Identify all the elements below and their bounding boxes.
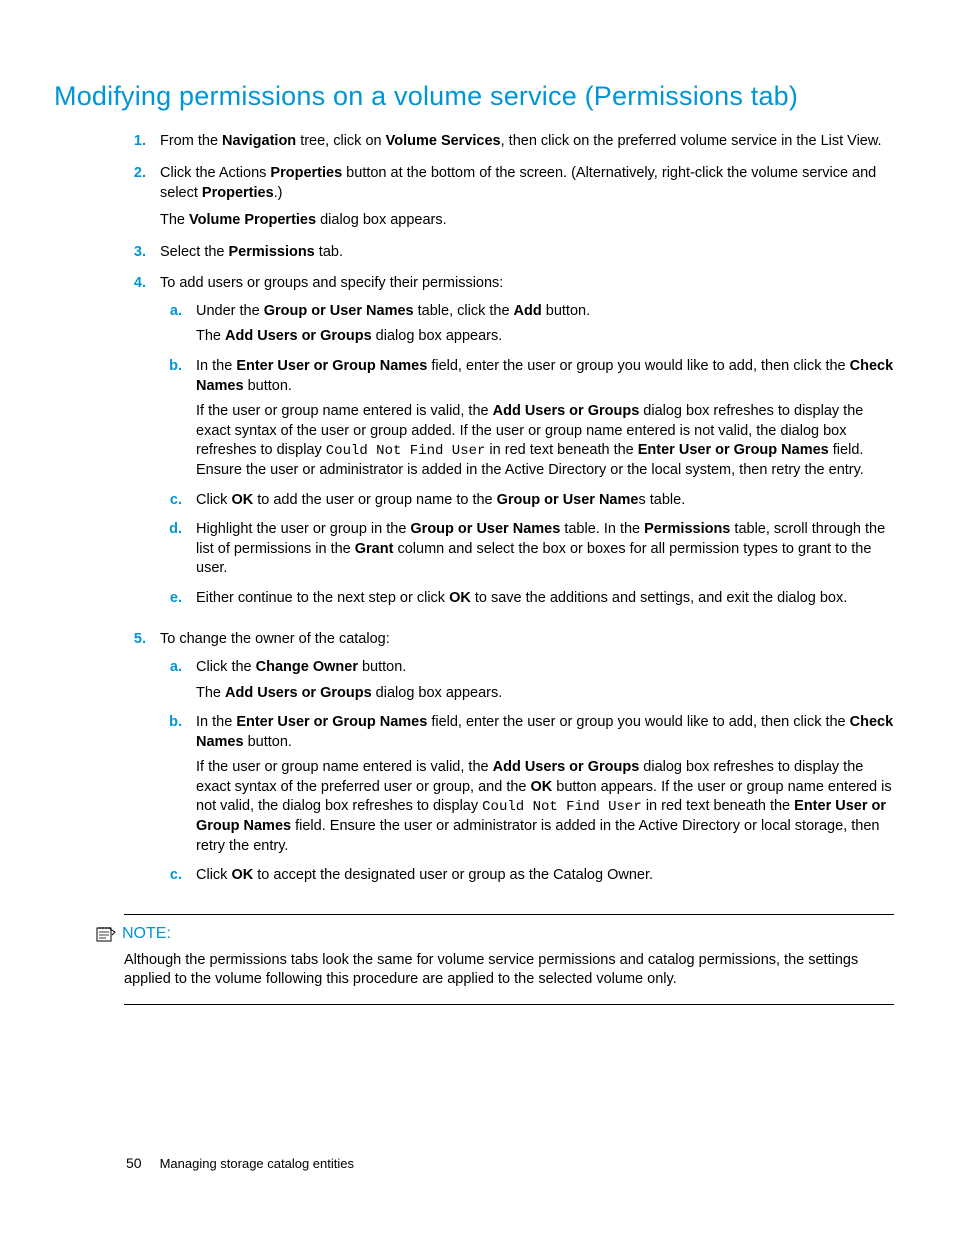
step-1-p1: From the Navigation tree, click on Volum… bbox=[160, 132, 894, 152]
page-title: Modifying permissions on a volume servic… bbox=[54, 78, 894, 114]
step-4a-p2: The Add Users or Groups dialog box appea… bbox=[196, 327, 894, 347]
substep-marker: b. bbox=[160, 357, 182, 481]
note-text: Although the permissions tabs look the s… bbox=[124, 951, 894, 990]
note-block: NOTE: Although the permissions tabs look… bbox=[124, 914, 894, 1005]
step-marker: 4. bbox=[124, 274, 146, 618]
step4-substeps: a. Under the Group or User Names table, … bbox=[160, 302, 894, 609]
step-5a: a. Click the Change Owner button. The Ad… bbox=[160, 658, 894, 703]
step-5c: c. Click OK to accept the designated use… bbox=[160, 866, 894, 886]
step-4e-p1: Either continue to the next step or clic… bbox=[196, 589, 894, 609]
step-marker: 1. bbox=[124, 132, 146, 152]
step-5a-p2: The Add Users or Groups dialog box appea… bbox=[196, 684, 894, 704]
step-marker: 3. bbox=[124, 243, 146, 263]
step-5b-p2: If the user or group name entered is val… bbox=[196, 758, 894, 856]
step-2-p1: Click the Actions Properties button at t… bbox=[160, 164, 894, 203]
substep-marker: d. bbox=[160, 520, 182, 579]
step-marker: 2. bbox=[124, 164, 146, 231]
step-4c-p1: Click OK to add the user or group name t… bbox=[196, 491, 894, 511]
step-5b-p1: In the Enter User or Group Names field, … bbox=[196, 713, 894, 752]
step-4: 4. To add users or groups and specify th… bbox=[124, 274, 894, 618]
step-5-intro: To change the owner of the catalog: bbox=[160, 630, 894, 650]
step-2: 2. Click the Actions Properties button a… bbox=[124, 164, 894, 231]
substep-marker: e. bbox=[160, 589, 182, 609]
step-5c-p1: Click OK to accept the designated user o… bbox=[196, 866, 894, 886]
note-label: NOTE: bbox=[122, 923, 171, 945]
substep-marker: c. bbox=[160, 491, 182, 511]
substep-marker: a. bbox=[160, 302, 182, 347]
content-body: 1. From the Navigation tree, click on Vo… bbox=[124, 132, 894, 896]
step-2-p2: The Volume Properties dialog box appears… bbox=[160, 211, 894, 231]
step-4b-p2: If the user or group name entered is val… bbox=[196, 402, 894, 481]
step-4b-p1: In the Enter User or Group Names field, … bbox=[196, 357, 894, 396]
step5-substeps: a. Click the Change Owner button. The Ad… bbox=[160, 658, 894, 886]
note-icon bbox=[96, 925, 116, 943]
step-4d: d. Highlight the user or group in the Gr… bbox=[160, 520, 894, 579]
substep-marker: b. bbox=[160, 713, 182, 856]
step-3: 3. Select the Permissions tab. bbox=[124, 243, 894, 263]
step-4e: e. Either continue to the next step or c… bbox=[160, 589, 894, 609]
footer-section-title: Managing storage catalog entities bbox=[160, 1155, 354, 1173]
step-5: 5. To change the owner of the catalog: a… bbox=[124, 630, 894, 896]
substep-marker: c. bbox=[160, 866, 182, 886]
step-4c: c. Click OK to add the user or group nam… bbox=[160, 491, 894, 511]
step-4d-p1: Highlight the user or group in the Group… bbox=[196, 520, 894, 579]
page-number: 50 bbox=[126, 1154, 142, 1173]
main-steps-list: 1. From the Navigation tree, click on Vo… bbox=[124, 132, 894, 896]
substep-marker: a. bbox=[160, 658, 182, 703]
step-marker: 5. bbox=[124, 630, 146, 896]
step-4b: b. In the Enter User or Group Names fiel… bbox=[160, 357, 894, 481]
step-4-intro: To add users or groups and specify their… bbox=[160, 274, 894, 294]
step-3-p1: Select the Permissions tab. bbox=[160, 243, 894, 263]
step-4a-p1: Under the Group or User Names table, cli… bbox=[196, 302, 894, 322]
step-1: 1. From the Navigation tree, click on Vo… bbox=[124, 132, 894, 152]
page-footer: 50 Managing storage catalog entities bbox=[126, 1154, 354, 1173]
step-5a-p1: Click the Change Owner button. bbox=[196, 658, 894, 678]
step-4a: a. Under the Group or User Names table, … bbox=[160, 302, 894, 347]
step-5b: b. In the Enter User or Group Names fiel… bbox=[160, 713, 894, 856]
